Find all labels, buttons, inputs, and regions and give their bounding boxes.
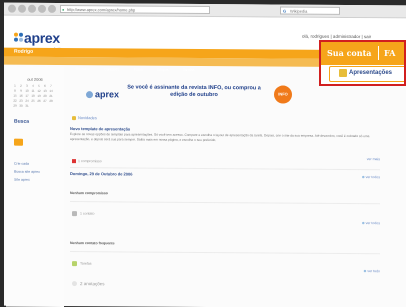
info-banner[interactable]: aprex Se você é assinante da revista INF…	[86, 81, 306, 113]
user-name-label: Rodrigo	[14, 48, 34, 55]
tasks-item[interactable]: Tarefas	[72, 261, 91, 267]
banner-logo: aprex	[86, 89, 119, 99]
search-engine-icon: G	[283, 8, 287, 14]
task-icon	[72, 261, 77, 267]
address-bar-text: http://www.aprex.com/aprex/home.php	[67, 7, 136, 13]
banner-text: Se você é assinante da revista INFO, ou …	[127, 84, 261, 99]
main-content: Novidades Novo template de apresentação …	[70, 115, 390, 307]
zoomed-tab-bar: Sua conta FA	[321, 42, 404, 65]
mini-calendar: 1 2 3 4 5 6 7 8 9 10 11 12 13 14 15 16 17 18 19 20 21 22 23 24 2…	[12, 84, 58, 109]
user-info: olá, rodrigues | administrador | sair	[302, 33, 372, 40]
divider	[70, 201, 380, 205]
sidebar-link-3[interactable]: Site aprex	[14, 178, 64, 182]
nav-tab-fotos[interactable]: Fotos	[134, 65, 143, 73]
back-button-icon[interactable]	[8, 4, 16, 13]
sidebar-link-2[interactable]: Busca site aprex	[14, 170, 64, 174]
address-bar[interactable]: ● http://www.aprex.com/aprex/home.php	[60, 4, 210, 15]
search-placeholder: Wikipedia	[290, 8, 308, 14]
presentation-icon	[339, 69, 347, 77]
site-favicon-icon: ●	[62, 6, 65, 13]
nav-tab-contatos[interactable]: Contatos	[76, 65, 90, 73]
calendar-title: out 2006	[27, 76, 43, 82]
screenshot-frame: ● http://www.aprex.com/aprex/home.php G …	[0, 0, 406, 307]
info-badge-icon: INFO	[274, 85, 292, 104]
see-more-link[interactable]: ver mais	[367, 157, 380, 161]
forward-button-icon[interactable]	[18, 4, 26, 13]
banner-logo-icon	[86, 91, 93, 99]
banner-logo-text: aprex	[95, 89, 120, 100]
faq-tab[interactable]: FA	[384, 48, 395, 58]
nav-tab-grupos[interactable]: Grupos	[157, 66, 168, 74]
calendar-day[interactable]: 28	[48, 99, 54, 104]
stop-button-icon[interactable]	[38, 4, 46, 13]
contacts-see-all-link[interactable]: ⊕ ver todos	[362, 221, 380, 225]
logo-text: aprex	[24, 29, 60, 46]
date-heading: Domingo, 29 de Outubro de 2006	[70, 171, 133, 177]
news-heading-text: Novidades	[78, 115, 97, 121]
divider	[70, 167, 380, 171]
sidebar-heading: Busca	[14, 118, 30, 125]
calendar-day[interactable]: 31	[24, 104, 30, 109]
section-frequent-contacts: Nenhum contato frequente	[70, 241, 115, 246]
zoomed-header-callout: Sua conta FA Apresentações	[319, 40, 406, 86]
logo-dots-icon	[14, 32, 23, 42]
news-title[interactable]: Novo template de apresentação	[70, 126, 130, 131]
home-button-icon[interactable]	[48, 4, 56, 13]
notes-item[interactable]: 2 anotações	[72, 281, 105, 287]
news-heading: Novidades	[72, 115, 97, 120]
contacts-item[interactable]: 1 contato	[72, 211, 94, 217]
calendar-icon	[72, 159, 76, 164]
nav-tab-tarefas[interactable]: Tarefas	[183, 66, 194, 74]
see-all-link[interactable]: ⊕ ver todos	[362, 175, 380, 179]
sidebar-badge-icon[interactable]	[14, 138, 23, 146]
presentations-button[interactable]: Apresentações	[349, 70, 392, 76]
note-icon	[72, 281, 77, 287]
sidebar-link-1[interactable]: Crie cada	[14, 162, 64, 166]
appointment-count[interactable]: 1 compromisso	[72, 159, 102, 163]
tasks-see-all-link[interactable]: ⊕ ver tudo	[363, 269, 380, 273]
nav-tab-conteudo[interactable]: Conteúdo	[104, 65, 119, 73]
appointment-count-text: 1 compromisso	[78, 159, 102, 164]
section-appointments: Nenhum compromisso	[70, 191, 108, 196]
browser-search-input[interactable]: G Wikipedia	[280, 6, 340, 15]
news-paragraph: Explore as novas opções de template para…	[70, 132, 370, 142]
contact-icon	[72, 211, 77, 217]
divider	[70, 251, 380, 255]
left-sidebar: out 2006 1 2 3 4 5 6 7 8 9 10 11 12 13 14 15 16 17 18 19 20…	[6, 66, 64, 307]
aprex-logo[interactable]: aprex	[14, 29, 60, 46]
reload-button-icon[interactable]	[28, 4, 36, 13]
news-icon	[72, 116, 76, 121]
tab-separator	[378, 46, 379, 60]
your-account-tab[interactable]: Sua conta	[327, 48, 371, 58]
